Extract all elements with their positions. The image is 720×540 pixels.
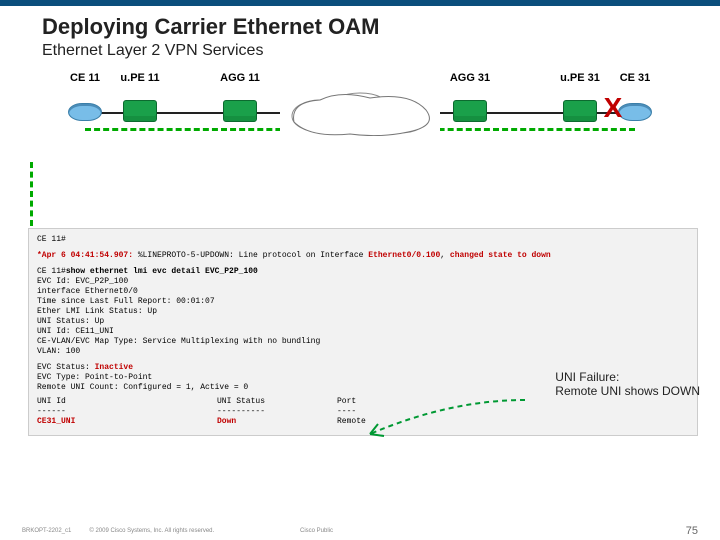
device-upe31-switch (563, 100, 597, 124)
label-agg11: AGG 11 (220, 72, 260, 84)
cli-l6: UNI Id: CE11_UNI (37, 327, 689, 337)
log-state: changed state to down (450, 251, 551, 260)
tbl-v1: CE31_UNI (37, 417, 217, 427)
cli-log-line: *Apr 6 04:41:54.907: %LINEPROTO-5-UPDOWN… (37, 251, 689, 261)
cli-l5: UNI Status: Up (37, 317, 689, 327)
core-cloud (280, 92, 440, 136)
footer-page-number: 75 (686, 525, 698, 537)
label-ce31: CE 31 (620, 72, 651, 84)
log-interface: Ethernet0/0.100 (368, 251, 440, 260)
device-agg31-switch (453, 100, 487, 124)
log-comma: , (440, 251, 450, 260)
cli-l9-label: EVC Status: (37, 363, 95, 372)
tbl-v3: Remote (337, 417, 457, 427)
cli-uni-table: UNI Id ------ CE31_UNI UNI Status ------… (37, 397, 689, 427)
device-upe11-switch (123, 100, 157, 124)
cli-output-block: CE 11# *Apr 6 04:41:54.907: %LINEPROTO-5… (28, 228, 698, 436)
cli-l8: VLAN: 100 (37, 347, 689, 357)
topology-diagram: CE 11 u.PE 11 AGG 11 AGG 31 u.PE 31 CE 3… (0, 72, 720, 182)
cli-l3: Time since Last Full Report: 00:01:07 (37, 297, 689, 307)
device-ce31-router (618, 100, 652, 124)
label-upe31: u.PE 31 (560, 72, 600, 84)
tbl-d2: ---------- (217, 407, 337, 417)
cli-l4: Ether LMI Link Status: Up (37, 307, 689, 317)
annot-line1: UNI Failure: (555, 370, 700, 384)
slide-title: Deploying Carrier Ethernet OAM (0, 6, 720, 40)
tbl-h3: Port (337, 397, 457, 407)
cli-l2: interface Ethernet0/0 (37, 287, 689, 297)
tbl-h2: UNI Status (217, 397, 337, 407)
cli-prompt: CE 11# (37, 235, 689, 245)
tbl-v2: Down (217, 417, 337, 427)
log-timestamp: *Apr 6 04:41:54.907: (37, 251, 133, 260)
cli-prompt2: CE 11# (37, 267, 66, 276)
device-agg11-switch (223, 100, 257, 124)
trace-down-line (30, 162, 33, 226)
annot-line2: Remote UNI shows DOWN (555, 384, 700, 398)
cli-cmd-line: CE 11#show ethernet lmi evc detail EVC_P… (37, 267, 689, 277)
fault-x-icon: X (604, 92, 623, 124)
slide-subtitle: Ethernet Layer 2 VPN Services (0, 40, 720, 60)
footer-copyright: © 2009 Cisco Systems, Inc. All rights re… (89, 528, 214, 534)
label-ce11: CE 11 (70, 72, 100, 84)
cli-command: show ethernet lmi evc detail EVC_P2P_100 (66, 267, 258, 276)
slide-footer: BRKOPT-2202_c1 © 2009 Cisco Systems, Inc… (0, 528, 720, 534)
label-upe11: u.PE 11 (120, 72, 159, 84)
label-agg31: AGG 31 (450, 72, 490, 84)
cli-l9-value: Inactive (95, 363, 133, 372)
footer-code: BRKOPT-2202_c1 (22, 528, 71, 534)
device-ce11-router (68, 100, 102, 124)
cli-l1: EVC Id: EVC_P2P_100 (37, 277, 689, 287)
cli-l7: CE-VLAN/EVC Map Type: Service Multiplexi… (37, 337, 689, 347)
footer-public: Cisco Public (300, 528, 333, 534)
tbl-h1: UNI Id (37, 397, 217, 407)
log-message: %LINEPROTO-5-UPDOWN: Line protocol on In… (133, 251, 368, 260)
annotation-box: UNI Failure: Remote UNI shows DOWN (555, 370, 700, 398)
tbl-d1: ------ (37, 407, 217, 417)
tbl-d3: ---- (337, 407, 457, 417)
